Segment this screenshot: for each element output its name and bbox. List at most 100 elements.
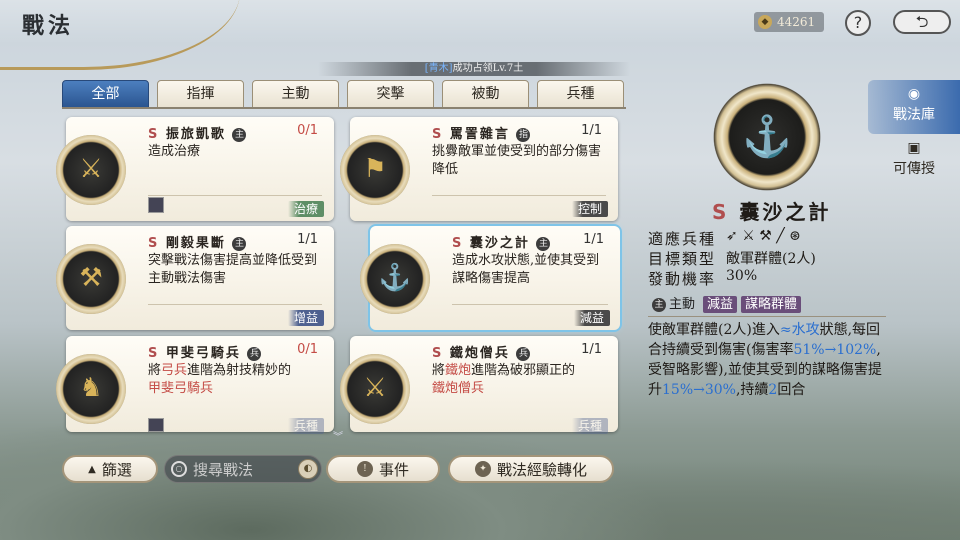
library-icon: ◉ <box>907 86 921 102</box>
rank-label: S <box>148 346 160 361</box>
tactic-medal-icon: ⚔ <box>56 135 126 205</box>
search-input[interactable]: ○ 搜尋戰法 ◐ <box>164 455 322 483</box>
tactic-name-text: 鐵炮僧兵 <box>449 346 510 361</box>
effect-tag: 減益 <box>703 296 738 313</box>
tactic-name-text: 囊沙之計 <box>469 236 530 251</box>
tactic-name: S 鐵炮僧兵 兵 <box>432 342 531 361</box>
tactic-count: 1/1 <box>297 232 318 247</box>
convert-label: 戰法經驗轉化 <box>496 460 587 479</box>
desc-highlight: 甲斐弓騎兵 <box>148 381 214 396</box>
convert-icon: ✦ <box>474 461 491 477</box>
desc-highlight: 鐵炮 <box>445 363 472 378</box>
row-value: 30% <box>726 268 758 284</box>
rank-label: S <box>148 127 160 142</box>
rank-label: S <box>432 127 444 142</box>
triangle-up-icon: ▲ <box>88 463 96 475</box>
side-item-teachable[interactable]: ▣ 可傳授 <box>868 134 960 188</box>
type-badge: 主 <box>536 236 551 251</box>
tactic-glyph-icon: ⚔ <box>79 154 103 184</box>
rank-label: S <box>452 236 464 251</box>
desc-highlight: ≈水攻 <box>779 322 820 338</box>
tab-all[interactable]: 全部 <box>62 80 149 108</box>
tactic-name: S 剛毅果斷 主 <box>148 232 247 251</box>
tactic-card[interactable]: ♞ S 甲斐弓騎兵 兵 0/1 將弓兵進階為射技精妙的 甲斐弓騎兵 兵種 <box>56 336 334 434</box>
tactic-glyph-icon: ⚒ <box>79 263 103 293</box>
filter-button[interactable]: ▲ 篩選 <box>62 455 158 483</box>
tactic-medal-icon: ♞ <box>56 354 126 424</box>
card-divider <box>432 195 606 196</box>
tactic-card[interactable]: ⚒ S 剛毅果斷 主 1/1 突擊戰法傷害提高並降低受到主動戰法傷害 增益 <box>56 226 334 330</box>
tactic-desc: 將弓兵進階為射技精妙的 甲斐弓騎兵 <box>148 362 324 398</box>
tactic-count: 1/1 <box>581 342 602 357</box>
scroll-down-icon[interactable]: ︾ <box>333 428 343 443</box>
detail-glyph-icon: ⚓ <box>742 114 792 160</box>
type-badge: 主 <box>652 297 666 312</box>
back-button[interactable]: ⮌ <box>893 10 951 34</box>
desc-text: 回合 <box>777 382 806 398</box>
convert-button[interactable]: ✦ 戰法經驗轉化 <box>448 455 614 483</box>
row-key: 發動機率 <box>648 270 717 288</box>
tactic-card[interactable]: ⚔ S 振旅凱歌 主 0/1 造成治療 治療 <box>56 117 334 221</box>
desc-highlight: 51%→102% <box>793 342 877 358</box>
card-divider <box>148 195 322 196</box>
row-key: 適應兵種 <box>648 230 717 248</box>
desc-text: 進階為射技精妙的 <box>187 363 292 378</box>
tab-passive[interactable]: 被動 <box>442 80 529 108</box>
tactic-medal-icon: ⚑ <box>340 135 410 205</box>
rank-label: S <box>432 346 444 361</box>
tactic-desc: 造成水攻狀態,並使其受到謀略傷害提高 <box>452 253 600 286</box>
tactic-card[interactable]: ⚑ S 罵詈雜言 指 1/1 挑釁敵軍並使受到的部分傷害降低 控制 <box>340 117 618 221</box>
ticker-prefix: [青木] <box>424 63 453 74</box>
tab-assault[interactable]: 突擊 <box>347 80 434 108</box>
tab-troop[interactable]: 兵種 <box>537 80 624 108</box>
type-tag: 主主動 <box>648 296 699 313</box>
tab-command[interactable]: 指揮 <box>157 80 244 108</box>
general-avatar <box>148 418 164 432</box>
type-badge: 兵 <box>516 346 531 361</box>
tactic-name: S 囊沙之計 主 <box>452 232 551 251</box>
desc-text: 將 <box>432 363 446 378</box>
row-value: 敵軍群體(2人) <box>726 251 816 267</box>
tactic-medal-icon: ⚒ <box>56 244 126 314</box>
tactic-name: S 振旅凱歌 主 <box>148 123 247 142</box>
desc-highlight: 弓兵 <box>161 363 188 378</box>
detail-title: S 囊沙之計 <box>712 196 831 225</box>
type-badge: 兵 <box>247 346 262 361</box>
side-item-library[interactable]: ◉ 戰法庫 <box>868 80 960 134</box>
detail-tags: 主主動 減益 謀略群體 <box>648 296 802 313</box>
row-key: 目標類型 <box>648 250 717 268</box>
detail-name: 囊沙之計 <box>739 200 832 224</box>
teach-icon: ▣ <box>907 140 921 156</box>
tactic-name: S 甲斐弓騎兵 兵 <box>148 342 262 361</box>
rank-label: S <box>712 200 730 224</box>
desc-text: ,持續 <box>735 382 769 398</box>
tactic-card[interactable]: ⚔ S 鐵炮僧兵 兵 1/1 將鐵炮進階為破邪顯正的 鐵炮僧兵 兵種 <box>340 336 618 434</box>
desc-highlight: 2 <box>768 382 778 398</box>
card-divider <box>148 304 322 305</box>
tactic-name: S 罵詈雜言 指 <box>432 123 531 142</box>
card-divider <box>452 304 608 305</box>
detail-description: 使敵軍群體(2人)進入≈水攻狀態,每回合持續受到傷害(傷害率51%→102%,受… <box>648 320 888 400</box>
tactic-name-text: 振旅凱歌 <box>165 127 226 142</box>
tactic-glyph-icon: ⚓ <box>378 263 412 293</box>
news-ticker: [青木]成功占领Lv.7土 <box>318 62 630 76</box>
effect-tag: 減益 <box>573 310 610 326</box>
tactic-count: 0/1 <box>297 342 318 357</box>
detail-row: 適應兵種 ➶ ⚔ ⚒ ╱ ⊛ <box>648 228 801 249</box>
tactic-count: 0/1 <box>297 123 318 138</box>
tactic-medal-icon: ⚔ <box>340 354 410 424</box>
event-button[interactable]: ! 事件 <box>326 455 440 483</box>
search-clear-icon[interactable]: ◐ <box>298 459 318 479</box>
tag-divider <box>648 316 886 317</box>
tactic-desc: 突擊戰法傷害提高並降低受到主動戰法傷害 <box>148 253 318 286</box>
side-nav: ◉ 戰法庫 ▣ 可傳授 <box>868 80 960 190</box>
tactic-card-selected[interactable]: ⚓ S 囊沙之計 主 1/1 造成水攻狀態,並使其受到謀略傷害提高 減益 <box>360 226 620 330</box>
help-button[interactable]: ? <box>845 10 871 36</box>
tab-active[interactable]: 主動 <box>252 80 339 108</box>
type-badge: 主 <box>232 236 247 251</box>
effect-tag: 兵種 <box>571 418 608 434</box>
effect-tag: 兵種 <box>287 418 324 434</box>
rank-label: S <box>148 236 160 251</box>
event-label: 事件 <box>378 460 409 479</box>
effect-tag: 謀略群體 <box>741 296 802 313</box>
